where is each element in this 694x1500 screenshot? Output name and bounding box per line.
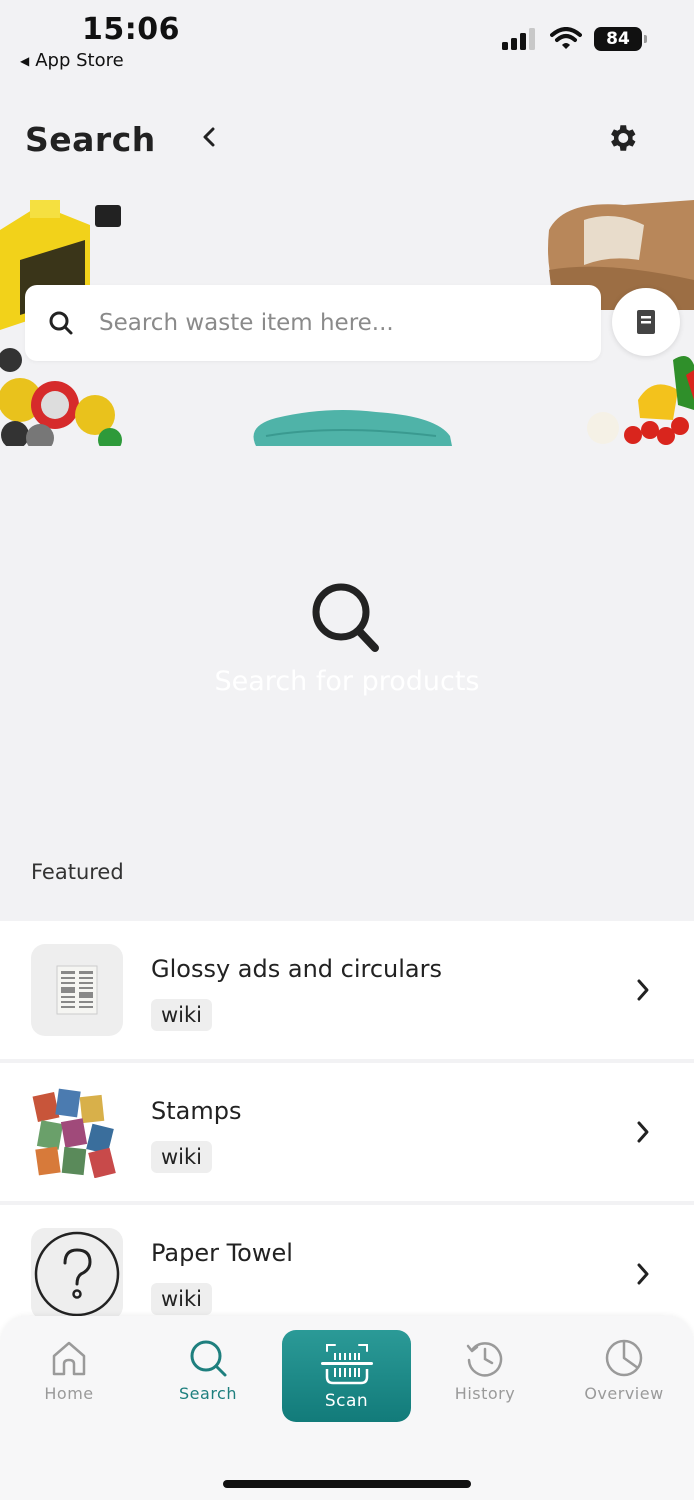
- status-bar: 15:06 ◀ App Store 84: [0, 0, 694, 80]
- tab-search[interactable]: Search: [153, 1338, 263, 1403]
- stamps-image: [32, 1088, 116, 1178]
- bottom-tab-bar: Home Search Scan History Overview: [0, 1316, 694, 1500]
- featured-heading: Featured: [31, 860, 124, 884]
- search-large-icon: [312, 583, 379, 652]
- status-time: 15:06: [82, 12, 180, 47]
- wifi-icon: [550, 27, 582, 49]
- chevron-right-icon: [632, 1119, 654, 1145]
- back-app-label: App Store: [35, 50, 124, 71]
- item-title: Paper Towel: [151, 1239, 293, 1267]
- search-banner: [0, 200, 694, 446]
- home-indicator: [223, 1480, 471, 1488]
- search-icon: [190, 1340, 227, 1377]
- tab-search-label: Search: [179, 1384, 237, 1403]
- item-tag: wiki: [151, 1283, 213, 1315]
- item-thumbnail: [31, 1086, 123, 1178]
- tab-history-label: History: [454, 1384, 516, 1403]
- newspaper-image: [56, 965, 98, 1015]
- home-icon: [52, 1341, 86, 1376]
- tab-overview-label: Overview: [584, 1384, 664, 1403]
- page-title: Search: [25, 120, 156, 159]
- search-input[interactable]: [99, 310, 569, 336]
- tab-home-label: Home: [44, 1384, 94, 1403]
- empty-state: Search for products: [0, 570, 694, 710]
- scan-button[interactable]: Scan: [282, 1330, 411, 1422]
- chevron-left-icon: [203, 127, 215, 147]
- item-thumbnail: [31, 944, 123, 1036]
- item-title: Stamps: [151, 1097, 242, 1125]
- back-button[interactable]: [192, 120, 226, 154]
- scan-label: Scan: [324, 1391, 369, 1411]
- search-icon: [47, 309, 75, 337]
- tab-home[interactable]: Home: [14, 1338, 124, 1403]
- page-header: Search: [0, 100, 694, 180]
- battery-indicator: 84: [594, 27, 647, 51]
- document-button[interactable]: [612, 288, 680, 356]
- document-icon: [637, 310, 655, 334]
- back-to-app-store-link[interactable]: ◀ App Store: [20, 50, 124, 71]
- search-bar[interactable]: [25, 285, 601, 361]
- item-thumbnail: [31, 1228, 123, 1320]
- barcode-scan-icon: [320, 1344, 373, 1385]
- featured-item-glossy-ads[interactable]: Glossy ads and circulars wiki: [0, 921, 694, 1059]
- item-tag: wiki: [151, 1141, 213, 1173]
- status-icons: 84: [502, 27, 647, 51]
- back-triangle-icon: ◀: [20, 53, 30, 68]
- item-title: Glossy ads and circulars: [151, 955, 442, 983]
- gear-icon: [611, 125, 636, 151]
- history-icon: [466, 1342, 503, 1377]
- pie-chart-icon: [605, 1339, 643, 1377]
- settings-button[interactable]: [602, 118, 642, 158]
- tab-history[interactable]: History: [430, 1338, 540, 1403]
- featured-item-stamps[interactable]: Stamps wiki: [0, 1063, 694, 1201]
- tab-overview[interactable]: Overview: [569, 1338, 679, 1403]
- featured-list: Glossy ads and circulars wiki Stamps wik…: [0, 921, 694, 1347]
- chevron-right-icon: [632, 1261, 654, 1287]
- question-mark-icon: [34, 1231, 120, 1317]
- item-tag: wiki: [151, 999, 213, 1031]
- empty-state-text: Search for products: [214, 666, 480, 697]
- towel-illustration: [253, 410, 452, 446]
- chevron-right-icon: [632, 977, 654, 1003]
- cellular-signal-icon: [502, 28, 535, 50]
